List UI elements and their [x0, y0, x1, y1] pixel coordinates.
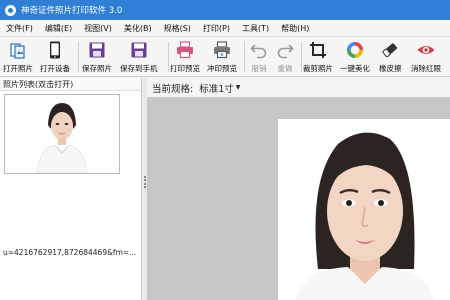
chevron-down-icon[interactable]: ▼	[236, 84, 241, 91]
redo-button[interactable]: 重做	[274, 39, 296, 75]
spec-bar: 当前规格: 标准1寸 ▼	[147, 78, 450, 97]
spec-label: 当前规格:	[152, 83, 194, 95]
open-photo-icon	[7, 39, 29, 61]
open-device-label: 打开设备	[40, 64, 70, 73]
undo-button[interactable]: 撤销	[248, 39, 270, 75]
undo-icon	[248, 39, 270, 61]
eye-icon	[415, 39, 437, 61]
menu-edit[interactable]: 编辑(E)	[39, 23, 78, 34]
save-photo-button[interactable]: 保存照片	[82, 39, 112, 75]
eraser-icon	[379, 39, 401, 61]
toolbar-separator	[78, 42, 79, 72]
menu-beautify[interactable]: 美化(B)	[118, 23, 158, 34]
menu-spec[interactable]: 规格(S)	[158, 23, 197, 34]
menu-bar: 文件(F) 编辑(E) 视图(V) 美化(B) 规格(S) 打印(P) 工具(T…	[0, 20, 450, 37]
wash-preview-button[interactable]: 冲印预览	[207, 39, 237, 75]
eraser-button[interactable]: 橡皮擦	[379, 39, 402, 75]
app-icon	[5, 4, 16, 16]
photo-print-icon	[211, 39, 233, 61]
toolbar-separator	[244, 42, 245, 72]
print-preview-button[interactable]: 打印预览	[170, 39, 200, 75]
remove-red-eye-label: 消除红眼	[411, 64, 441, 73]
photo-list-title: 照片列表(双击打开)	[0, 78, 141, 91]
color-wheel-icon	[344, 39, 366, 61]
menu-print[interactable]: 打印(P)	[197, 23, 236, 34]
menu-file[interactable]: 文件(F)	[0, 23, 39, 34]
eraser-label: 橡皮擦	[379, 64, 402, 73]
undo-label: 撤销	[251, 64, 267, 73]
crop-icon	[307, 39, 329, 61]
menu-help[interactable]: 帮助(H)	[275, 23, 315, 34]
portrait-thumbnail-image	[5, 95, 119, 174]
phone-icon	[44, 39, 66, 61]
one-click-beautify-label: 一键美化	[340, 64, 370, 73]
open-photo-label: 打开照片	[3, 64, 33, 73]
save-to-phone-icon	[128, 39, 150, 61]
spec-dropdown[interactable]: 标准1寸	[199, 81, 234, 95]
photo-list-panel: 照片列表(双击打开) u=4216762917,872684469&fm=...	[0, 78, 142, 300]
portrait-photo-image	[278, 119, 450, 300]
crop-photo-label: 裁剪照片	[303, 64, 333, 73]
splitter-grip-icon	[144, 176, 146, 188]
save-icon	[86, 39, 108, 61]
save-photo-label: 保存照片	[82, 64, 112, 73]
crop-photo-button[interactable]: 裁剪照片	[303, 39, 333, 75]
toolbar-separator	[301, 42, 302, 72]
window-title: 神奇证件照片打印软件 3.0	[21, 6, 123, 16]
preview-area: 当前规格: 标准1寸 ▼	[147, 78, 450, 300]
photo-canvas[interactable]	[278, 119, 450, 300]
remove-red-eye-button[interactable]: 消除红眼	[411, 39, 441, 75]
open-device-button[interactable]: 打开设备	[40, 39, 70, 75]
open-photo-button[interactable]: 打开照片	[3, 39, 33, 75]
printer-icon	[174, 39, 196, 61]
save-to-phone-button[interactable]: 保存到手机	[120, 39, 158, 75]
title-bar: 神奇证件照片打印软件 3.0	[0, 0, 450, 20]
save-to-phone-label: 保存到手机	[120, 64, 158, 73]
menu-view[interactable]: 视图(V)	[78, 23, 118, 34]
menu-tools[interactable]: 工具(T)	[236, 23, 275, 34]
one-click-beautify-button[interactable]: 一键美化	[340, 39, 370, 75]
toolbar: 打开照片 打开设备 保存照片 保存到手机 打印预览 冲印预览 撤销 重做 裁剪照…	[0, 37, 450, 77]
redo-icon	[274, 39, 296, 61]
print-preview-label: 打印预览	[170, 64, 200, 73]
photo-filename: u=4216762917,872684469&fm=...	[3, 248, 137, 257]
photo-thumbnail[interactable]	[4, 94, 120, 174]
wash-preview-label: 冲印预览	[207, 64, 237, 73]
toolbar-separator	[168, 42, 169, 72]
redo-label: 重做	[277, 64, 293, 73]
